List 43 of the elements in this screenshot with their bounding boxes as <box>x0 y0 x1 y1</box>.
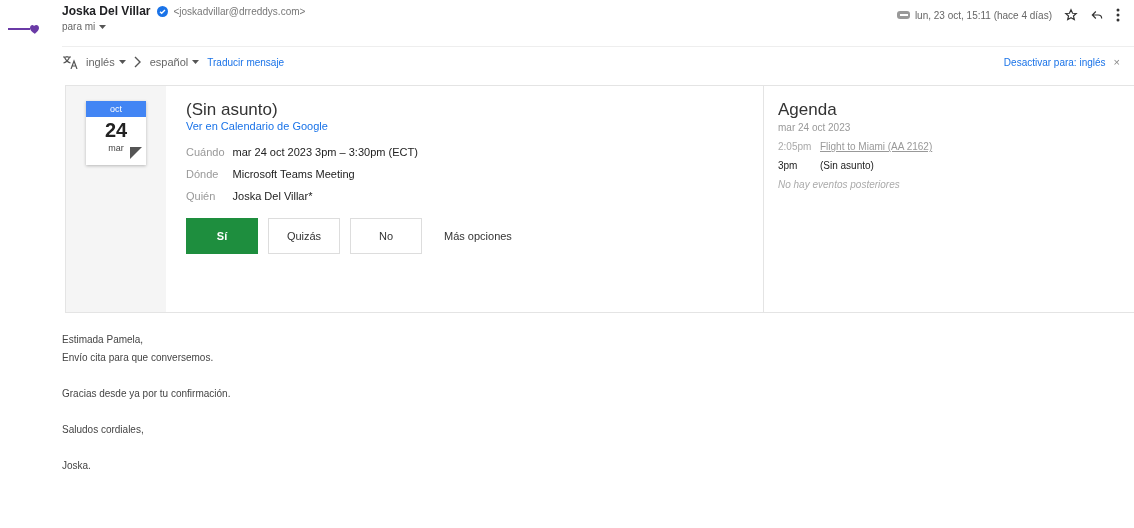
body-text: Joska. <box>62 459 92 473</box>
body-text: Envío cita para que conversemos. <box>62 351 215 365</box>
chevron-right-icon <box>133 56 142 68</box>
more-icon[interactable] <box>1116 8 1120 22</box>
event-title: (Sin asunto) <box>186 100 279 120</box>
target-language-dropdown[interactable]: español <box>149 56 200 68</box>
source-language-dropdown[interactable]: inglés <box>86 56 126 68</box>
disable-translation-link[interactable]: Desactivar para: inglés <box>1003 56 1106 68</box>
sender-email: <joskadvillar@drreddys.com> <box>173 5 306 17</box>
calendar-link[interactable]: Ver en Calendario de Google <box>186 120 743 132</box>
translate-link[interactable]: Traducir mensaje <box>207 56 285 68</box>
rsvp-button[interactable]: Quizás <box>268 218 340 254</box>
sender-name: Joska Del Villar <box>62 4 151 18</box>
reply-icon[interactable] <box>1090 8 1104 22</box>
body-text: Gracias desde ya por tu confirmación. <box>62 387 232 401</box>
rsvp-button[interactable]: Sí <box>186 218 258 254</box>
detail-label: Quién <box>186 190 217 202</box>
more-options-button[interactable]: Más opciones <box>438 229 518 243</box>
message-date: lun, 23 oct, 15:11 (hace 4 días) <box>914 9 1052 21</box>
detail-label: Cuándo <box>186 146 225 158</box>
rsvp-button[interactable]: No <box>350 218 422 254</box>
verified-icon <box>156 5 168 17</box>
detail-value: Joska Del Villar* <box>232 190 314 202</box>
agenda-date: mar 24 oct 2023 <box>778 122 852 133</box>
star-icon[interactable] <box>1064 8 1078 22</box>
close-icon[interactable]: × <box>1113 56 1120 68</box>
detail-value: Microsoft Teams Meeting <box>232 168 356 180</box>
logo-icon <box>8 22 42 36</box>
event-name: (Sin asunto) <box>820 160 874 171</box>
event-time: 3pm <box>778 160 799 171</box>
caret-icon <box>118 60 126 64</box>
body-text: Saludos cordiales, <box>62 423 145 437</box>
recipient-dropdown[interactable]: para mi <box>62 21 897 32</box>
agenda-note: No hay eventos posteriores <box>778 179 901 190</box>
translate-icon <box>62 55 78 69</box>
detail-value: mar 24 oct 2023 3pm – 3:30pm (ECT) <box>232 146 419 158</box>
calendar-date-icon: oct 24 mar <box>86 101 146 165</box>
caret-icon <box>99 24 107 29</box>
label-icon <box>896 10 911 20</box>
detail-label: Dónde <box>186 168 220 180</box>
caret-icon <box>192 60 200 64</box>
body-text: Estimada Pamela, <box>62 333 145 347</box>
agenda-title: Agenda <box>778 100 838 120</box>
